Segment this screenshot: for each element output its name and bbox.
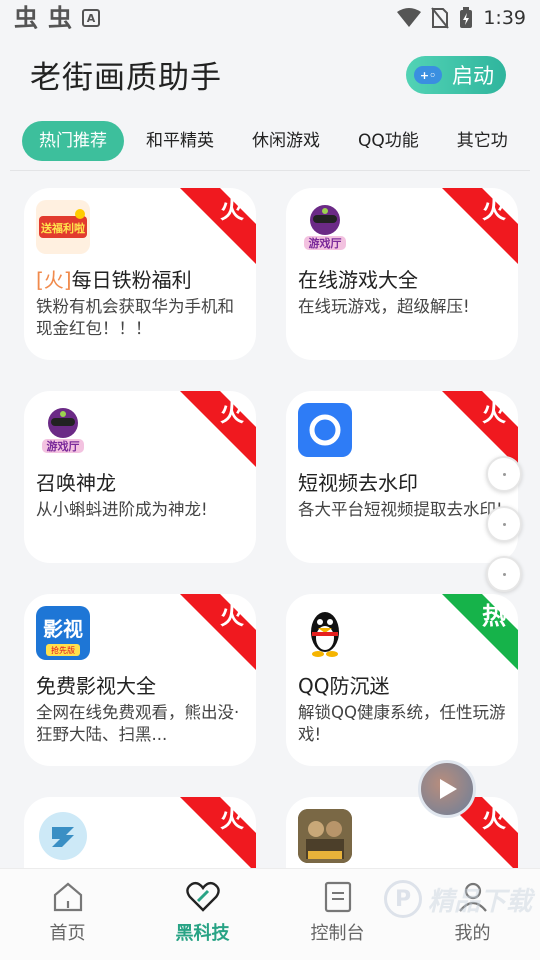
svg-text:火: 火 bbox=[220, 805, 244, 833]
clock-time: 1:39 bbox=[483, 7, 526, 29]
card-description: 各大平台短视频提取去水印! bbox=[298, 500, 503, 519]
svg-text:火: 火 bbox=[482, 805, 506, 833]
round-logo-icon bbox=[36, 809, 90, 863]
card-title: [火]每日铁粉福利 bbox=[36, 268, 192, 292]
a-icon: A bbox=[82, 9, 100, 27]
status-bar: 虫 虫 A 1:39 bbox=[0, 0, 540, 36]
nav-label: 控制台 bbox=[310, 923, 365, 944]
watermark-logo-icon: P bbox=[384, 880, 422, 918]
nav-label: 我的 bbox=[454, 923, 491, 944]
svg-text:火: 火 bbox=[220, 399, 244, 427]
side-float-button[interactable] bbox=[486, 456, 522, 492]
fire-badge: 火 bbox=[180, 594, 256, 670]
game-poster-icon bbox=[298, 809, 352, 863]
mascot-text: 游戏厅 bbox=[309, 236, 342, 250]
fire-badge: 火 bbox=[180, 188, 256, 264]
card-description: 从小蝌蚪进阶成为神龙! bbox=[36, 500, 208, 519]
game-mascot-icon: 游戏厅 bbox=[36, 403, 90, 457]
tab-pubg[interactable]: 和平精英 bbox=[130, 121, 230, 161]
watermark-text: 精品下载 bbox=[428, 886, 533, 917]
tab-other[interactable]: 其它功 bbox=[441, 121, 524, 161]
fire-badge: 火 bbox=[180, 391, 256, 467]
card-title: 短视频去水印 bbox=[298, 471, 418, 495]
card-title: 在线游戏大全 bbox=[298, 268, 418, 292]
game-mascot-icon: 游戏厅 bbox=[298, 200, 352, 254]
card-description: 在线玩游戏，超级解压! bbox=[298, 297, 470, 316]
card-title: QQ防沉迷 bbox=[298, 674, 390, 698]
card-fans-welfare[interactable]: 送福利啦 [火]每日铁粉福利 铁粉有机会获取华为手机和现金红包！！！ 火 bbox=[24, 188, 256, 360]
svg-text:热: 热 bbox=[482, 602, 506, 630]
document-icon bbox=[324, 881, 351, 913]
launch-button[interactable]: +◦ 启动 bbox=[406, 56, 506, 94]
mascot-text: 游戏厅 bbox=[47, 439, 80, 453]
home-icon bbox=[53, 882, 82, 912]
heart-icon bbox=[185, 881, 220, 912]
card-summon-dragon[interactable]: 游戏厅 召唤神龙 从小蝌蚪进阶成为神龙! 火 bbox=[24, 391, 256, 563]
site-watermark: P 精品下载 bbox=[384, 880, 532, 918]
svg-text:火: 火 bbox=[482, 399, 506, 427]
app-title: 老街画质助手 bbox=[30, 60, 222, 96]
card-free-movies[interactable]: 影视抢先版 免费影视大全 全网在线免费观看，熊出没·狂野大陆、扫黑... 火 bbox=[24, 594, 256, 766]
card-description: 铁粉有机会获取华为手机和现金红包！！！ bbox=[36, 297, 234, 338]
play-icon bbox=[440, 779, 457, 799]
no-sim-icon bbox=[431, 7, 450, 29]
penguin-icon bbox=[298, 606, 352, 660]
card-qq-anti-addiction[interactable]: QQ防沉迷 解锁QQ健康系统，任性玩游戏! 热 bbox=[286, 594, 518, 766]
nav-label: 首页 bbox=[49, 923, 86, 944]
camera-icon bbox=[298, 403, 352, 457]
nav-black-tech[interactable]: 黑科技 bbox=[135, 869, 270, 960]
video-app-icon: 影视 抢先版 bbox=[36, 606, 90, 660]
svg-text:火: 火 bbox=[220, 196, 244, 224]
card-online-games[interactable]: 游戏厅 在线游戏大全 在线玩游戏，超级解压! 火 bbox=[286, 188, 518, 360]
app-header: 老街画质助手 +◦ 启动 bbox=[0, 44, 540, 104]
card-description: 全网在线免费观看，熊出没·狂野大陆、扫黑... bbox=[36, 703, 240, 744]
launch-label: 启动 bbox=[452, 64, 494, 88]
card-description: 解锁QQ健康系统，任性玩游戏! bbox=[298, 703, 506, 744]
gamepad-icon: +◦ bbox=[414, 66, 442, 84]
video-app-subtext: 抢先版 bbox=[51, 645, 75, 655]
tabs-divider bbox=[10, 170, 530, 171]
gift-logo-icon: 送福利啦 bbox=[36, 200, 90, 254]
wifi-icon bbox=[397, 8, 422, 27]
svg-text:火: 火 bbox=[482, 196, 506, 224]
card-title: 免费影视大全 bbox=[36, 674, 156, 698]
battery-icon bbox=[460, 7, 473, 28]
svg-text:火: 火 bbox=[220, 602, 244, 630]
gift-logo-text: 送福利啦 bbox=[40, 221, 85, 235]
tab-hot[interactable]: 热门推荐 bbox=[22, 121, 124, 161]
bug-icon: 虫 bbox=[48, 4, 72, 32]
side-float-button[interactable] bbox=[486, 506, 522, 542]
bug-icon: 虫 bbox=[14, 4, 38, 32]
category-tabs: 热门推荐 和平精英 休闲游戏 QQ功能 其它功 bbox=[0, 118, 540, 164]
hot-badge: 热 bbox=[442, 594, 518, 670]
fire-badge: 火 bbox=[442, 188, 518, 264]
card-tag: [火] bbox=[36, 268, 72, 292]
fire-badge: 火 bbox=[180, 797, 256, 873]
nav-home[interactable]: 首页 bbox=[0, 869, 135, 960]
floating-video-button[interactable] bbox=[418, 760, 476, 818]
card-watermark-remover[interactable]: 短视频去水印 各大平台短视频提取去水印! 火 bbox=[286, 391, 518, 563]
video-app-text: 影视 bbox=[43, 617, 83, 641]
nav-label: 黑科技 bbox=[175, 923, 230, 944]
tab-casual[interactable]: 休闲游戏 bbox=[236, 121, 336, 161]
tab-qq[interactable]: QQ功能 bbox=[342, 121, 435, 161]
side-float-button[interactable] bbox=[486, 556, 522, 592]
card-title: 召唤神龙 bbox=[36, 471, 116, 495]
